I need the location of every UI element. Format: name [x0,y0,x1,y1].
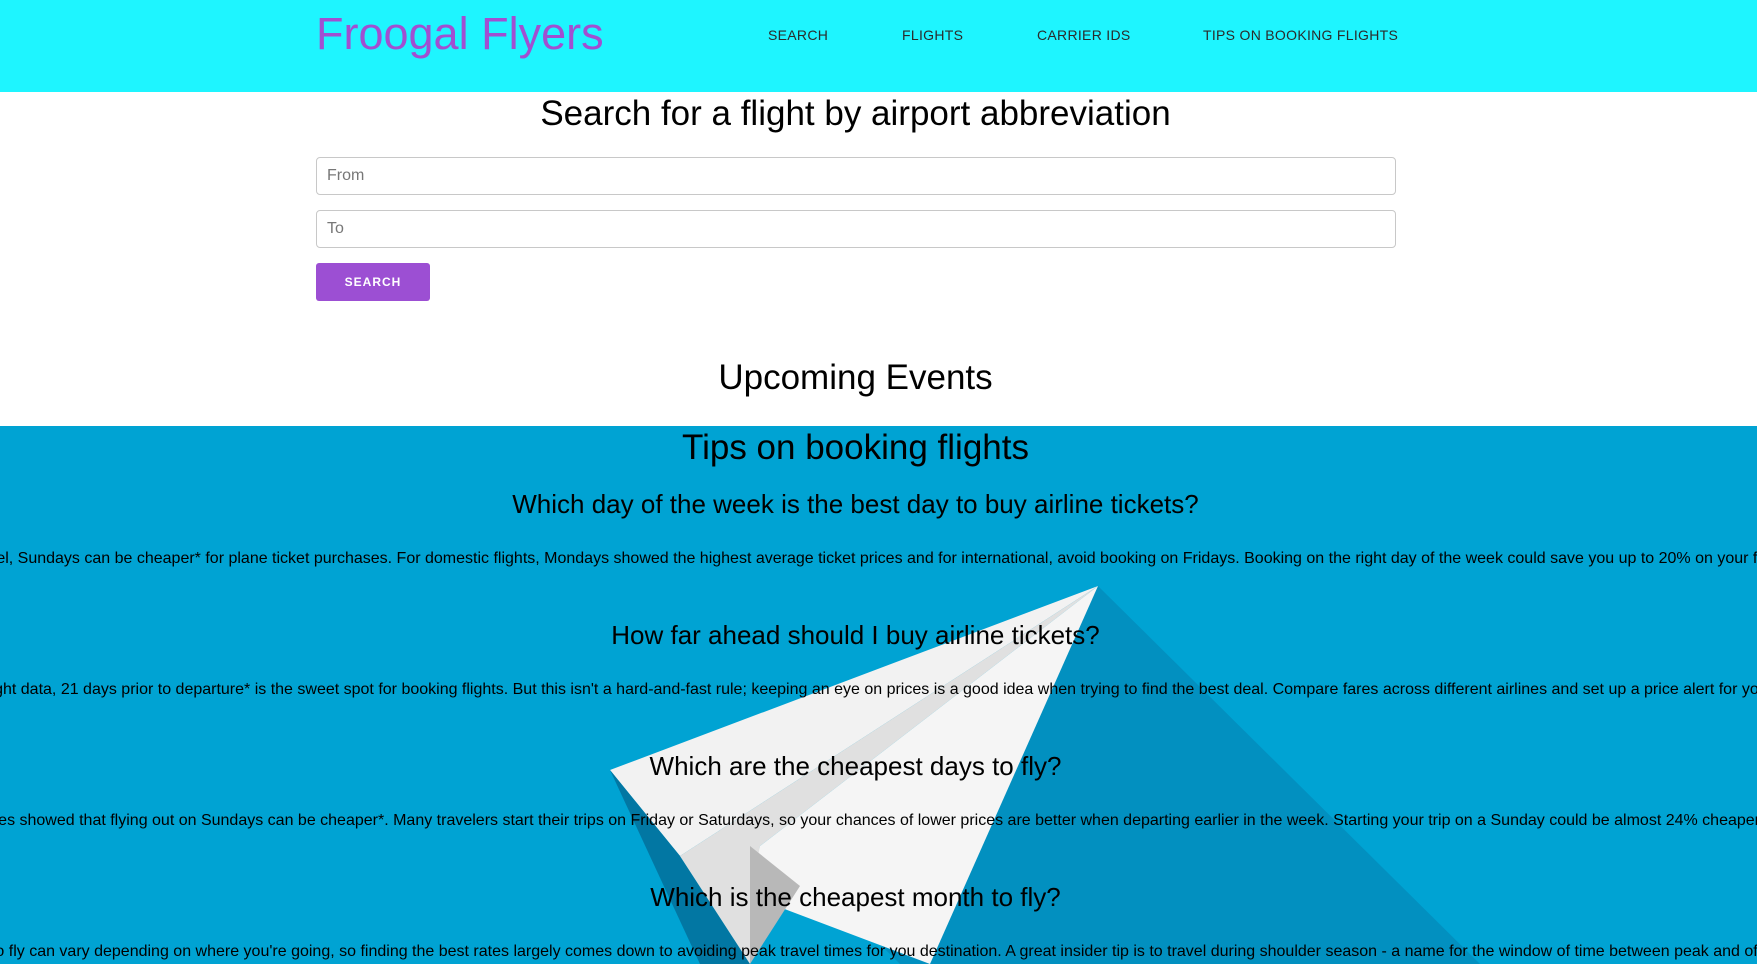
tip-question: Which is the cheapest month to fly? [650,882,1061,912]
to-input[interactable] [316,210,1396,248]
brand-logo[interactable]: Froogal Flyers [316,6,604,62]
search-section: Search for a flight by airport abbreviat… [0,92,1757,426]
tip-question: Which day of the week is the best day to… [512,489,1199,519]
tip-answer: The cheapest month to fly can vary depen… [0,943,1757,960]
tips-section: Tips on booking flights Which day of the… [0,426,1757,964]
search-button[interactable]: SEARCH [316,263,430,301]
tip-question: Which are the cheapest days to fly? [649,751,1062,781]
tip-answer: Looking at domestic and international ai… [0,812,1757,829]
tips-content: Tips on booking flights Which day of the… [0,426,1757,964]
search-title: Search for a flight by airport abbreviat… [540,94,1171,133]
nav-tips[interactable]: TIPS ON BOOKING FLIGHTS [1203,26,1398,44]
nav-carrier-ids[interactable]: CARRIER IDS [1037,26,1131,44]
tip-answer: Based on 2019 global flight data, 21 day… [0,681,1757,698]
tip-answer: For U.S. domestic and international trav… [0,550,1757,567]
nav-search[interactable]: SEARCH [768,26,828,44]
nav-flights[interactable]: FLIGHTS [902,26,963,44]
upcoming-events-title: Upcoming Events [718,358,993,397]
navbar: Froogal Flyers SEARCH FLIGHTS CARRIER ID… [0,0,1757,92]
tips-title: Tips on booking flights [682,428,1029,467]
tip-question: How far ahead should I buy airline ticke… [611,620,1100,650]
from-input[interactable] [316,157,1396,195]
